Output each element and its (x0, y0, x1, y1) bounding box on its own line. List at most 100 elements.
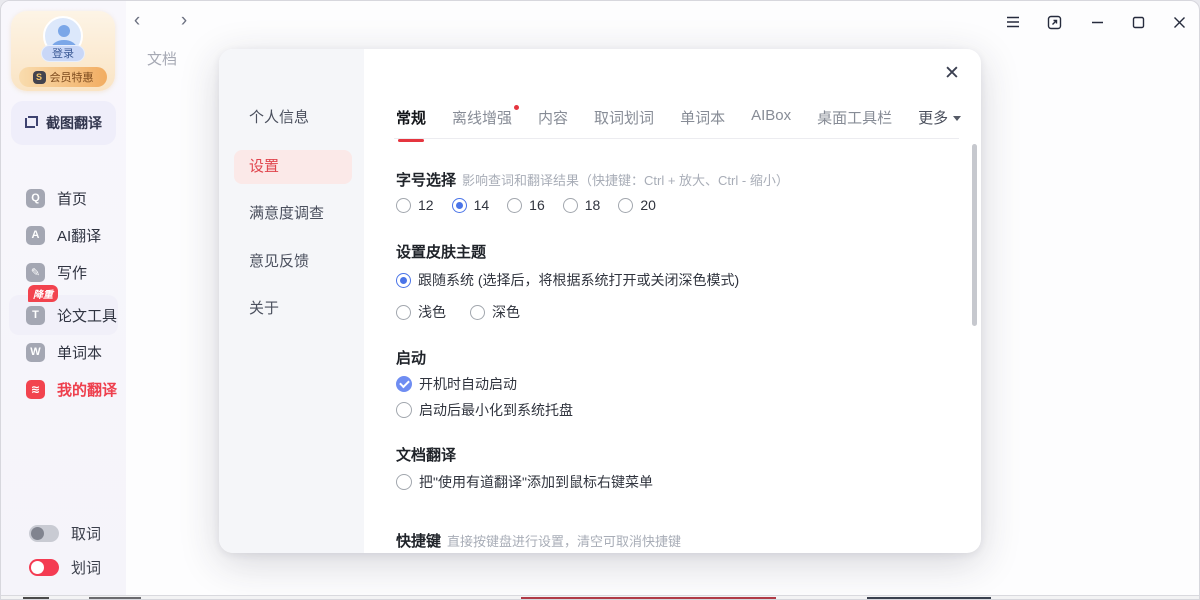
theme-follow-system-option[interactable]: 跟随系统 (选择后，将根据系统打开或关闭深色模式) (396, 270, 739, 290)
theme-follow-system-row: 跟随系统 (选择后，将根据系统打开或关闭深色模式) (396, 270, 739, 290)
user-card[interactable]: 登录 S 会员特惠 (11, 11, 115, 91)
tab-aibox[interactable]: AIBox (751, 107, 791, 138)
font-size-options: 12 14 16 18 20 (396, 197, 656, 213)
tab-wordbook[interactable]: 单词本 (680, 107, 725, 142)
dialog-nav-profile[interactable]: 个人信息 (234, 101, 352, 135)
theme-section-title: 设置皮肤主题 (396, 241, 486, 262)
forward-arrow-icon[interactable]: › (174, 10, 194, 32)
theme-light-dark-row: 浅色 深色 (396, 302, 520, 322)
sidebar-item-writing[interactable]: ✎ 写作 (1, 255, 126, 289)
radio-selected-icon[interactable] (396, 273, 411, 288)
minimize-tray-option[interactable]: 启动后最小化到系统托盘 (396, 400, 573, 420)
wordbook-icon: W (26, 343, 45, 362)
mini-window-icon[interactable] (1043, 11, 1065, 33)
radio-selected-icon[interactable] (452, 198, 467, 213)
sidebar-item-home[interactable]: Q 首页 (1, 181, 126, 215)
tabs-divider (394, 138, 959, 139)
word-capture-label: 取词 (71, 523, 101, 544)
sidebar-item-label: 论文工具 (57, 305, 117, 326)
sidebar-item-label: 单词本 (57, 342, 102, 363)
sidebar-item-wordbook[interactable]: W 单词本 (1, 335, 126, 369)
tab-content[interactable]: 内容 (538, 107, 568, 142)
hotkey-hint: 直接按键盘进行设置，清空可取消快捷键 (447, 534, 681, 549)
radio-icon[interactable] (507, 198, 522, 213)
settings-dialog: 个人信息 设置 满意度调查 意见反馈 关于 ✕ 常规 离线增强 内容 取词划词 … (219, 49, 981, 553)
radio-icon[interactable] (470, 305, 485, 320)
sidebar-item-paper-tools[interactable]: T 论文工具 (1, 298, 126, 332)
checkbox-unchecked-icon[interactable] (396, 474, 412, 490)
ai-icon: A (26, 226, 45, 245)
sidebar-item-my-translations[interactable]: ≋ 我的翻译 (1, 372, 126, 406)
radio-icon[interactable] (396, 305, 411, 320)
radio-icon[interactable] (618, 198, 633, 213)
font-size-option-14[interactable]: 14 (452, 197, 490, 213)
checkbox-unchecked-icon[interactable] (396, 402, 412, 418)
tab-offline[interactable]: 离线增强 (452, 107, 512, 142)
font-size-hint: 影响查词和翻译结果（快捷键：Ctrl + 放大、Ctrl - 缩小） (462, 173, 789, 188)
tab-general[interactable]: 常规 (396, 107, 426, 142)
dialog-nav-settings[interactable]: 设置 (234, 150, 352, 184)
screenshot-translate-button[interactable]: 截图翻译 (11, 101, 116, 145)
theme-dark-option[interactable]: 深色 (470, 302, 520, 322)
dialog-scrollbar[interactable] (972, 144, 977, 326)
font-size-option-16[interactable]: 16 (507, 197, 545, 213)
sidebar-item-label: AI翻译 (57, 225, 101, 246)
autostart-option[interactable]: 开机时自动启动 (396, 374, 517, 394)
sidebar-item-label: 首页 (57, 188, 87, 209)
word-capture-row: 取词 (29, 523, 126, 543)
login-badge[interactable]: 登录 (41, 45, 85, 62)
close-window-icon[interactable] (1168, 11, 1190, 33)
back-arrow-icon[interactable]: ‹ (127, 10, 147, 32)
avatar-person-icon (58, 25, 70, 37)
doc-translate-row: 把"使用有道翻译"添加到鼠标右键菜单 (396, 472, 653, 492)
font-size-option-18[interactable]: 18 (563, 197, 601, 213)
font-size-section-title: 字号选择影响查词和翻译结果（快捷键：Ctrl + 放大、Ctrl - 缩小） (396, 169, 789, 190)
doc-translate-section-title: 文档翻译 (396, 444, 456, 465)
crop-icon (25, 116, 39, 130)
font-size-option-20[interactable]: 20 (618, 197, 656, 213)
sidebar-item-label: 我的翻译 (57, 379, 117, 400)
startup-section-title: 启动 (396, 347, 426, 368)
sidebar-item-ai-translate[interactable]: A AI翻译 (1, 218, 126, 252)
word-select-label: 划词 (71, 557, 101, 578)
vip-label: 会员特惠 (50, 69, 94, 85)
startup-autostart-row: 开机时自动启动 (396, 374, 517, 394)
bottom-edge-artifact (1, 595, 1200, 600)
my-translations-icon: ≋ (26, 380, 45, 399)
chevron-down-icon (953, 116, 961, 121)
maximize-icon[interactable] (1127, 11, 1149, 33)
notification-dot (514, 105, 519, 110)
sidebar-item-label: 写作 (57, 262, 87, 283)
screenshot-translate-label: 截图翻译 (46, 113, 102, 133)
tab-more[interactable]: 更多 (918, 107, 961, 142)
vip-coin-icon: S (33, 71, 46, 84)
tab-desktop-toolbar[interactable]: 桌面工具栏 (817, 107, 892, 142)
radio-icon[interactable] (563, 198, 578, 213)
font-size-option-12[interactable]: 12 (396, 197, 434, 213)
word-select-row: 划词 (29, 557, 126, 577)
paper-tools-icon: T (26, 306, 45, 325)
dialog-nav-about[interactable]: 关于 (234, 292, 352, 326)
vip-button[interactable]: S 会员特惠 (19, 67, 107, 87)
dialog-nav: 个人信息 设置 满意度调查 意见反馈 关于 (219, 49, 364, 553)
radio-icon[interactable] (396, 198, 411, 213)
context-menu-option[interactable]: 把"使用有道翻译"添加到鼠标右键菜单 (396, 472, 653, 492)
minimize-icon[interactable] (1086, 11, 1108, 33)
settings-tabs: 常规 离线增强 内容 取词划词 单词本 AIBox 桌面工具栏 更多 (396, 107, 956, 142)
sidebar: 登录 S 会员特惠 截图翻译 降重 Q 首页 A AI翻译 ✎ 写作 T 论文工… (1, 1, 126, 595)
menu-icon[interactable] (1002, 11, 1024, 33)
dialog-nav-feedback[interactable]: 意见反馈 (234, 245, 352, 279)
home-search-icon: Q (26, 189, 45, 208)
theme-light-option[interactable]: 浅色 (396, 302, 446, 322)
pen-icon: ✎ (26, 263, 45, 282)
dialog-nav-survey[interactable]: 满意度调查 (234, 197, 352, 231)
tab-word-capture[interactable]: 取词划词 (594, 107, 654, 142)
word-capture-toggle[interactable] (29, 525, 59, 542)
document-tab[interactable]: 文档 (147, 48, 177, 69)
checkbox-checked-icon[interactable] (396, 376, 412, 392)
startup-tray-row: 启动后最小化到系统托盘 (396, 400, 573, 420)
dialog-body: 常规 离线增强 内容 取词划词 单词本 AIBox 桌面工具栏 更多 字号选择影… (364, 49, 981, 553)
hotkey-section-title: 快捷键直接按键盘进行设置，清空可取消快捷键 (396, 530, 681, 551)
word-select-toggle[interactable] (29, 559, 59, 576)
app-window: 登录 S 会员特惠 截图翻译 降重 Q 首页 A AI翻译 ✎ 写作 T 论文工… (0, 0, 1200, 600)
